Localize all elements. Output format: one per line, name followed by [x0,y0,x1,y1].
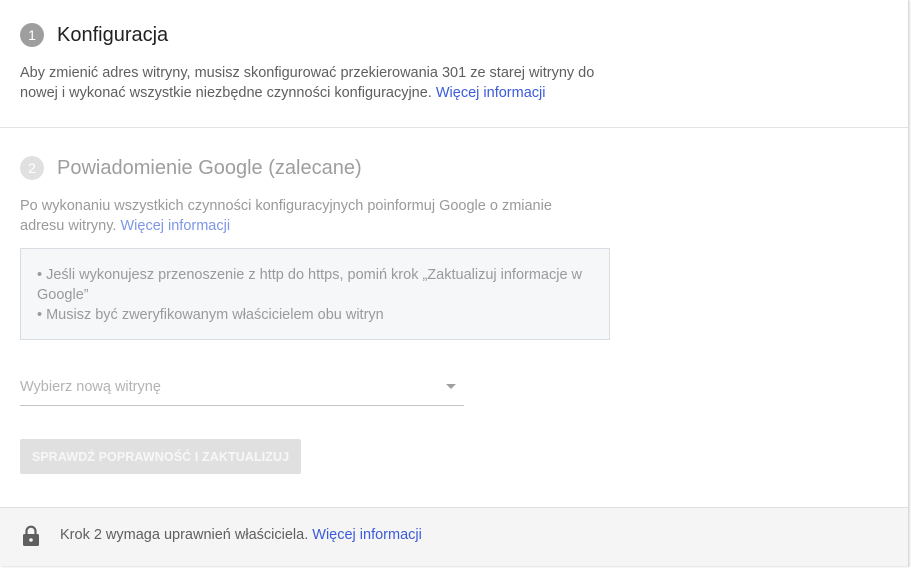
step-2-description-text: Po wykonaniu wszystkich czynności konfig… [20,198,552,234]
step-1-title: Konfiguracja [57,23,169,46]
footer-text: Krok 2 wymaga uprawnień właściciela. [60,527,309,543]
footer-more-info-link[interactable]: Więcej informacji [312,527,422,543]
note-item: • Jeśli wykonujesz przenoszenie z http d… [37,267,583,303]
step-1-header: 1 Konfiguracja [20,23,168,47]
validate-and-update-button[interactable]: SPRAWDŹ POPRAWNOŚĆ I ZAKTUALIZUJ [20,439,301,474]
step-1-more-info-link[interactable]: Więcej informacji [436,85,546,101]
change-of-address-panel: 1 Konfiguracja Aby zmienić adres witryny… [0,0,909,566]
step-2-description: Po wykonaniu wszystkich czynności konfig… [20,196,580,236]
footer-message: Krok 2 wymaga uprawnień właściciela. Wię… [60,527,422,543]
step-2-header: 2 Powiadomienie Google (zalecane) [20,156,362,180]
step-1-number: 1 [20,23,44,47]
step-2-title: Powiadomienie Google (zalecane) [57,156,362,179]
note-item: • Musisz być zweryfikowanym właścicielem… [37,307,384,323]
footer-bar: Krok 2 wymaga uprawnień właściciela. Wię… [0,507,908,566]
new-site-select[interactable]: Wybierz nową witrynę [20,376,464,406]
lock-icon [22,525,40,552]
step-2-number: 2 [20,156,44,180]
chevron-down-icon [446,384,456,389]
step-1-description: Aby zmienić adres witryny, musisz skonfi… [20,63,620,103]
requirements-note-box: • Jeśli wykonujesz przenoszenie z http d… [20,248,610,340]
section-divider [0,127,908,128]
new-site-select-placeholder: Wybierz nową witrynę [20,379,161,395]
step-2-more-info-link[interactable]: Więcej informacji [120,218,230,234]
